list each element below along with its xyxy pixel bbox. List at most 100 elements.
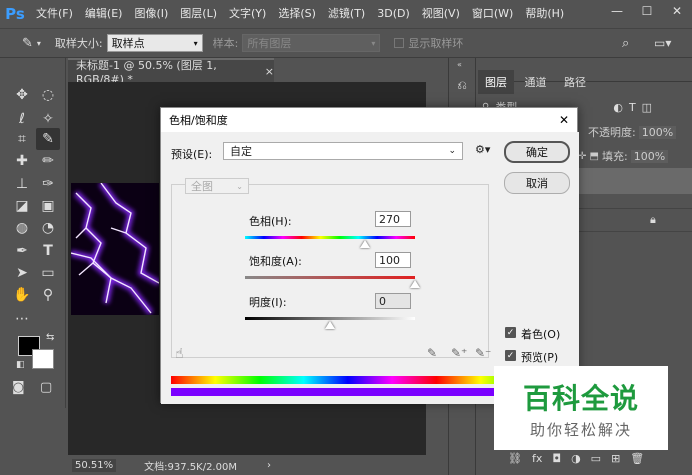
more-tools-icon[interactable]: ⋯ xyxy=(10,308,34,330)
menu-select[interactable]: 选择(S) xyxy=(272,0,322,28)
fill-value[interactable]: 100% xyxy=(630,149,669,163)
add-mask-icon[interactable]: ◘ xyxy=(552,452,561,465)
collapse-arrows-icon[interactable]: « xyxy=(457,60,462,69)
menu-window[interactable]: 窗口(W) xyxy=(466,0,519,28)
new-layer-icon[interactable]: ⊞ xyxy=(611,452,620,465)
lightness-label: 明度(I): xyxy=(249,296,287,309)
opacity-value[interactable]: 100% xyxy=(638,125,677,139)
workspace-icon[interactable]: ▭▾ xyxy=(654,36,671,50)
target-adjust-hand-icon[interactable]: ☝ xyxy=(175,346,184,362)
gradient-tool-icon[interactable]: ▣ xyxy=(36,195,60,217)
maximize-button[interactable]: ☐ xyxy=(632,0,662,22)
hue-slider-track[interactable] xyxy=(245,236,415,239)
eraser-tool-icon[interactable]: ◪ xyxy=(10,195,34,217)
subtract-eyedropper-icon[interactable]: ✎⁻ xyxy=(475,346,491,360)
link-layers-icon[interactable]: ⛓ xyxy=(508,452,522,465)
tool-preset-arrow-icon[interactable]: ▾ xyxy=(37,39,41,48)
tab-layers[interactable]: 图层 xyxy=(478,70,514,94)
document-info[interactable]: 文档:937.5K/2.00M xyxy=(144,458,237,473)
delete-layer-icon[interactable]: 🗑︎ xyxy=(630,452,644,465)
lasso-tool-icon[interactable]: ℓ xyxy=(10,108,34,130)
close-window-button[interactable]: ✕ xyxy=(662,0,692,22)
eyedropper-tool-icon[interactable]: ✎ xyxy=(36,128,60,150)
menu-edit[interactable]: 编辑(E) xyxy=(79,0,129,28)
minimize-button[interactable]: — xyxy=(602,0,632,22)
background-color-swatch[interactable] xyxy=(32,349,54,369)
add-eyedropper-icon[interactable]: ✎⁺ xyxy=(451,346,467,360)
history-panel-icon[interactable]: ⎌ xyxy=(454,78,470,94)
menu-type[interactable]: 文字(Y) xyxy=(223,0,272,28)
group-icon[interactable]: ▭ xyxy=(591,452,601,465)
saturation-slider-track[interactable] xyxy=(245,276,415,279)
blur-tool-icon[interactable]: ◍ xyxy=(10,217,34,239)
sample-size-select[interactable]: 取样点 ▾ xyxy=(106,34,203,52)
lightness-input[interactable]: 0 xyxy=(375,293,411,309)
hand-tool-icon[interactable]: ✋ xyxy=(10,284,34,306)
fx-icon[interactable]: fx xyxy=(532,452,542,465)
default-colors-icon[interactable]: ◧ xyxy=(16,360,25,370)
magic-wand-tool-icon[interactable]: ✧ xyxy=(36,108,60,130)
clone-stamp-tool-icon[interactable]: ⊥ xyxy=(10,173,34,195)
preview-checkbox[interactable]: ✓ xyxy=(505,350,516,361)
pen-tool-icon[interactable]: ✒ xyxy=(10,240,34,262)
move-tool-icon[interactable]: ✥ xyxy=(10,84,34,106)
channel-value: 全图 xyxy=(191,180,213,193)
lightning-image xyxy=(71,183,159,315)
type-tool-icon[interactable]: T xyxy=(36,240,60,262)
menu-view[interactable]: 视图(V) xyxy=(416,0,466,28)
path-selection-tool-icon[interactable]: ➤ xyxy=(10,262,34,284)
menu-image[interactable]: 图像(I) xyxy=(128,0,174,28)
eyedropper-icon[interactable]: ✎ xyxy=(427,346,437,360)
screen-mode-icon[interactable]: ▢ xyxy=(40,380,52,395)
dialog-close-button[interactable]: ✕ xyxy=(551,113,577,127)
tools-panel: ✥ ◌ ℓ ✧ ⌗ ✎ ✚ ✏ ⊥ ✑ ◪ ▣ ◍ ◔ ✒ T ➤ ▭ ✋ ⚲ … xyxy=(6,58,66,408)
hue-slider-thumb[interactable] xyxy=(360,240,371,248)
preset-value: 自定 xyxy=(230,145,252,158)
rectangle-tool-icon[interactable]: ▭ xyxy=(36,262,60,284)
watermark: 百科全说 助你轻松解决 xyxy=(494,366,668,450)
saturation-slider-thumb[interactable] xyxy=(410,280,420,288)
tab-paths[interactable]: 路径 xyxy=(557,70,593,94)
brush-tool-icon[interactable]: ✏ xyxy=(36,150,60,172)
lightness-slider-track[interactable] xyxy=(245,317,415,320)
marquee-tool-icon[interactable]: ◌ xyxy=(36,84,60,106)
preset-options-icon[interactable]: ⚙▾ xyxy=(475,143,490,156)
status-menu-arrow-icon[interactable]: › xyxy=(267,460,271,471)
preset-select[interactable]: 自定 ⌄ xyxy=(223,142,463,160)
crop-tool-icon[interactable]: ⌗ xyxy=(10,128,34,150)
hue-saturation-dialog: 色相/饱和度 ✕ 预设(E): 自定 ⌄ ⚙▾ 确定 取消 全图 ⌄ 色相(H)… xyxy=(160,107,579,404)
cancel-button[interactable]: 取消 xyxy=(504,172,570,194)
pixel-filter-icon[interactable]: ◐ xyxy=(613,101,623,114)
eyedropper-tool-icon[interactable]: ✎ xyxy=(22,36,33,51)
zoom-tool-icon[interactable]: ⚲ xyxy=(36,284,60,306)
menu-3d[interactable]: 3D(D) xyxy=(371,0,416,28)
tab-channels[interactable]: 通道 xyxy=(518,70,554,94)
history-brush-tool-icon[interactable]: ✑ xyxy=(36,173,60,195)
menu-help[interactable]: 帮助(H) xyxy=(519,0,570,28)
swap-colors-icon[interactable]: ⇆ xyxy=(46,332,54,343)
hue-input[interactable]: 270 xyxy=(375,211,411,227)
saturation-input[interactable]: 100 xyxy=(375,252,411,268)
colorize-label: 着色(O) xyxy=(521,328,561,341)
dodge-tool-icon[interactable]: ◔ xyxy=(36,217,60,239)
fill-label: 填充: xyxy=(602,150,628,163)
colorize-checkbox[interactable]: ✓ xyxy=(505,327,516,338)
menu-filter[interactable]: 滤镜(T) xyxy=(322,0,371,28)
zoom-level[interactable]: 50.51% xyxy=(72,458,117,472)
watermark-subtitle: 助你轻松解决 xyxy=(529,420,632,439)
search-icon[interactable]: ⌕ xyxy=(622,36,629,51)
dialog-title: 色相/饱和度 xyxy=(169,114,228,127)
ok-button[interactable]: 确定 xyxy=(504,141,570,163)
lock-icons[interactable]: ✛ ⬒ xyxy=(578,151,599,162)
document-tab[interactable]: 未标题-1 @ 50.5% (图层 1, RGB/8#) * × xyxy=(68,58,274,86)
type-filter-icon[interactable]: T xyxy=(629,101,636,114)
quick-mask-icon[interactable]: ◙ xyxy=(12,380,25,395)
shape-filter-icon[interactable]: ◫ xyxy=(642,101,652,114)
menu-layer[interactable]: 图层(L) xyxy=(174,0,223,28)
lightness-slider-thumb[interactable] xyxy=(325,321,335,329)
close-tab-icon[interactable]: × xyxy=(265,65,274,78)
adjustment-layer-icon[interactable]: ◑ xyxy=(571,452,581,465)
menu-file[interactable]: 文件(F) xyxy=(30,0,79,28)
dialog-titlebar[interactable]: 色相/饱和度 ✕ xyxy=(161,108,577,132)
healing-brush-tool-icon[interactable]: ✚ xyxy=(10,150,34,172)
